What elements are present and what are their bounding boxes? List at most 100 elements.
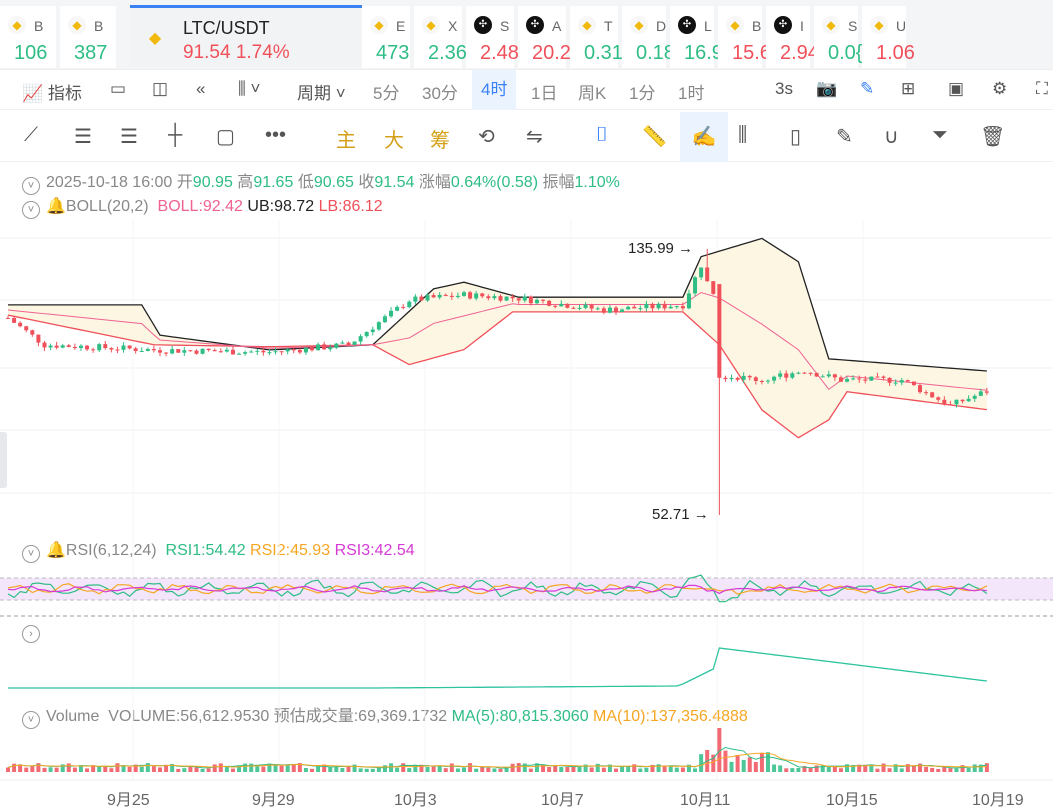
candle-body <box>72 346 77 349</box>
volume-bar <box>869 765 874 772</box>
candle-body <box>480 293 485 297</box>
volume-bar <box>620 766 625 772</box>
volume-bar <box>230 768 235 772</box>
candle-body <box>930 392 935 398</box>
volume-bar <box>376 767 381 772</box>
candle-body <box>42 342 47 348</box>
volume-bar <box>72 767 77 772</box>
candle-body <box>656 303 661 309</box>
candle-body <box>382 316 387 323</box>
volume-bar <box>699 754 704 772</box>
volume-bar <box>182 768 187 772</box>
volume-bar <box>778 765 783 772</box>
candle-body <box>705 267 710 282</box>
candle-body <box>845 378 850 382</box>
volume-bar <box>984 763 989 772</box>
volume-bar <box>66 763 71 772</box>
candle-body <box>522 296 527 301</box>
candle-body <box>808 372 813 374</box>
candle-body <box>838 377 843 382</box>
candle-body <box>224 349 229 352</box>
volume-bar <box>899 768 904 772</box>
volume-bar <box>243 763 248 772</box>
candle-body <box>814 373 819 377</box>
volume-bar <box>455 768 460 772</box>
candle-body <box>887 377 892 383</box>
candle-body <box>206 348 211 351</box>
candle-body <box>443 294 448 296</box>
candle-body <box>498 296 503 301</box>
volume-bar <box>449 763 454 772</box>
volume-bar <box>316 766 321 772</box>
candle-body <box>85 345 90 350</box>
candle-body <box>6 317 10 319</box>
volume-bar <box>42 767 47 772</box>
candle-body <box>279 351 284 353</box>
volume-bar <box>364 768 369 772</box>
volume-bar <box>528 768 533 772</box>
volume-bar <box>206 768 211 772</box>
price-chart[interactable] <box>0 0 1053 811</box>
x-axis-label: 10月11 <box>680 792 731 809</box>
candle-body <box>899 380 904 383</box>
candle-body <box>91 349 96 351</box>
high-marker: 135.99 → <box>628 240 694 257</box>
volume-bar <box>784 768 789 772</box>
volume-bar <box>486 767 491 772</box>
candle-body <box>12 318 17 323</box>
candle-body <box>541 299 546 301</box>
candle-body <box>893 382 898 384</box>
volume-bar <box>291 764 296 772</box>
volume-ma10-line <box>7 752 987 769</box>
candle-body <box>620 309 625 312</box>
candle-body <box>638 308 643 310</box>
candle-body <box>30 330 35 335</box>
sidebar-handle[interactable] <box>0 432 7 488</box>
volume-bar <box>407 768 412 772</box>
candle-body <box>358 336 363 342</box>
volume-bar <box>431 766 436 772</box>
volume-bar <box>954 768 959 772</box>
candle-body <box>103 344 108 349</box>
volume-bar <box>790 768 795 772</box>
candle-body <box>455 295 460 297</box>
volume-bar <box>510 763 515 772</box>
candle-body <box>139 350 144 352</box>
candle-body <box>911 381 916 386</box>
candle-body <box>711 281 716 294</box>
candle-body <box>249 351 254 353</box>
candle-body <box>218 351 223 353</box>
volume-bar <box>370 768 375 772</box>
volume-bar <box>796 768 801 772</box>
candle-body <box>632 306 637 309</box>
volume-bar <box>6 767 10 772</box>
candle-body <box>492 296 497 299</box>
volume-bar <box>109 768 114 772</box>
candle-body <box>376 322 381 330</box>
volume-bar <box>930 767 935 772</box>
candle-body <box>127 345 132 349</box>
volume-bar <box>200 768 205 772</box>
x-axis-label: 10月15 <box>826 792 878 809</box>
candle-body <box>614 307 618 312</box>
volume-bar <box>115 763 120 772</box>
candle-body <box>626 306 631 310</box>
candle-body <box>407 301 412 308</box>
candle-body <box>735 377 740 380</box>
candle-body <box>966 398 971 402</box>
candle-body <box>826 374 831 377</box>
volume-bar <box>693 768 698 772</box>
candle-body <box>340 342 345 344</box>
candle-body <box>151 349 156 351</box>
volume-bar <box>279 765 284 772</box>
volume-bar <box>668 766 673 772</box>
candle-body <box>176 349 181 353</box>
candle-body <box>18 322 23 327</box>
candle-body <box>78 345 83 349</box>
volume-bar <box>766 752 770 772</box>
candle-body <box>875 376 880 378</box>
volume-bar <box>389 763 394 772</box>
candle-body <box>243 352 248 354</box>
volume-bar <box>887 768 892 772</box>
x-axis-label: 10月19 <box>972 792 1024 809</box>
